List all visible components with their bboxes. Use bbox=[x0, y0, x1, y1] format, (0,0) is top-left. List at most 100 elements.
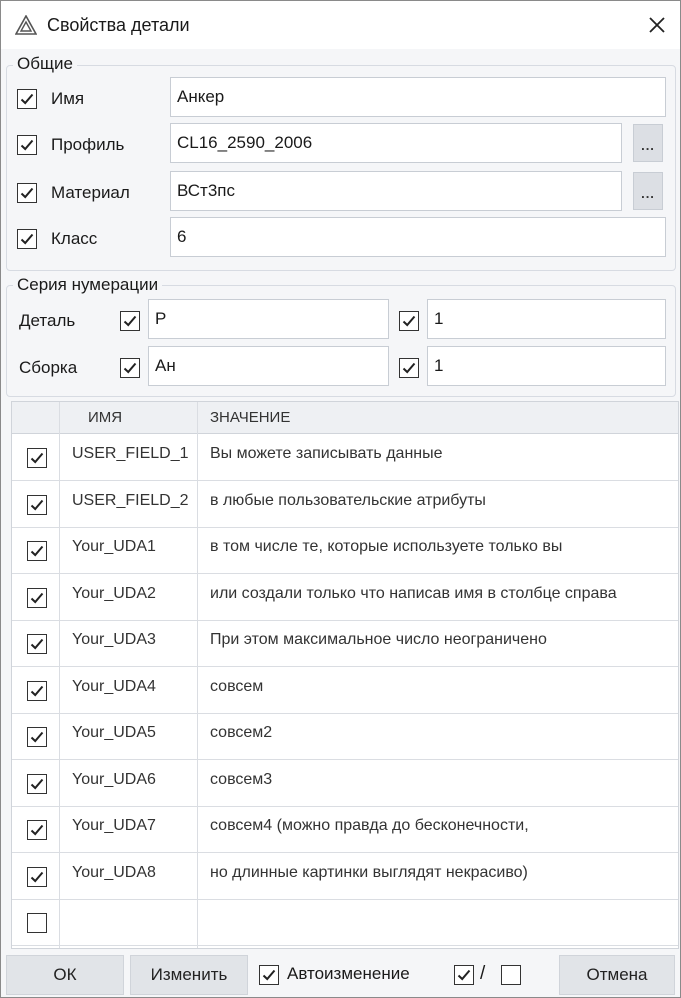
prefix-input[interactable]: Ан bbox=[148, 346, 389, 386]
attribute-name-cell[interactable]: Your_UDA2 bbox=[72, 585, 156, 603]
field-label: Класс bbox=[51, 229, 98, 248]
attribute-value-cell[interactable]: совсем3 bbox=[210, 771, 272, 789]
field-label: Имя bbox=[51, 89, 85, 108]
start-number-input[interactable]: 1 bbox=[427, 346, 666, 386]
start-number-input[interactable]: 1 bbox=[427, 299, 666, 339]
checkmark-icon bbox=[30, 592, 44, 603]
table-row[interactable] bbox=[12, 899, 678, 946]
auto-modify-checkbox[interactable] bbox=[259, 965, 279, 985]
numbering-label: Сборка bbox=[19, 358, 78, 377]
browse-button[interactable]: ... bbox=[633, 172, 663, 210]
checkmark-icon bbox=[20, 93, 34, 105]
start-number-checkbox[interactable] bbox=[399, 358, 419, 378]
field-checkbox[interactable] bbox=[17, 229, 37, 249]
field-checkbox[interactable] bbox=[17, 135, 37, 155]
row-checkbox[interactable] bbox=[27, 541, 47, 561]
column-divider bbox=[59, 402, 60, 948]
checkmark-icon bbox=[123, 315, 137, 327]
row-checkbox[interactable] bbox=[27, 773, 47, 794]
attribute-name-cell[interactable]: Your_UDA4 bbox=[72, 678, 156, 696]
checkmark-icon bbox=[30, 638, 44, 650]
start-number-checkbox[interactable] bbox=[399, 311, 419, 331]
browse-button[interactable]: ... bbox=[633, 124, 663, 162]
numbering-label: Деталь bbox=[19, 311, 76, 330]
checkmark-icon bbox=[30, 824, 44, 836]
table-row[interactable]: Your_UDA5 совсем2 bbox=[12, 713, 678, 760]
field-label: Профиль bbox=[51, 135, 125, 154]
column-header-name[interactable]: ИМЯ bbox=[88, 409, 122, 426]
row-checkbox[interactable] bbox=[27, 448, 47, 468]
close-icon bbox=[649, 17, 665, 33]
table-row[interactable]: USER_FIELD_1 Вы можете записывать данные bbox=[12, 434, 678, 481]
table-row[interactable]: Your_UDA3 При этом максимальное число нео… bbox=[12, 620, 678, 667]
attribute-name-cell[interactable]: Your_UDA5 bbox=[72, 724, 156, 742]
field-input[interactable]: CL16_2590_2006 bbox=[170, 123, 622, 163]
ok-button[interactable]: ОК bbox=[6, 955, 124, 995]
attribute-name-cell[interactable]: Your_UDA8 bbox=[72, 864, 156, 882]
attribute-value-cell[interactable]: При этом максимальное число неограничено bbox=[210, 631, 547, 649]
check-all-toggle[interactable] bbox=[454, 965, 474, 985]
attribute-value-cell[interactable]: в том числе те, которые используете толь… bbox=[210, 538, 562, 556]
attribute-value-cell[interactable]: в любые пользовательские атрибуты bbox=[210, 492, 486, 510]
row-checkbox[interactable] bbox=[27, 913, 47, 933]
attribute-name-cell[interactable]: USER_FIELD_1 bbox=[72, 445, 189, 463]
row-checkbox[interactable] bbox=[27, 634, 47, 654]
checkmark-icon bbox=[30, 871, 44, 882]
table-row[interactable]: Your_UDA1 в том числе те, которые использ… bbox=[12, 527, 678, 574]
triangle-logo-icon bbox=[14, 14, 38, 35]
part-properties-dialog: Свойства детали Общие Имя Анкер Профиль CL1… bbox=[0, 0, 681, 998]
row-checkbox[interactable] bbox=[27, 866, 47, 887]
attribute-value-cell[interactable]: совсем2 bbox=[210, 724, 272, 742]
title-bar: Свойства детали bbox=[1, 1, 680, 49]
checkmark-icon bbox=[402, 315, 416, 327]
attribute-name-cell[interactable]: Your_UDA6 bbox=[72, 771, 156, 789]
field-checkbox[interactable] bbox=[17, 183, 37, 203]
table-row[interactable]: USER_FIELD_2 в любые пользовательские атр… bbox=[12, 481, 678, 528]
attribute-value-cell[interactable]: или создали только что написав имя в сто… bbox=[210, 585, 617, 603]
uncheck-all-toggle[interactable] bbox=[501, 965, 521, 985]
row-checkbox[interactable] bbox=[27, 820, 47, 840]
attribute-value-cell[interactable]: совсем bbox=[210, 678, 263, 696]
field-input[interactable]: 6 bbox=[170, 217, 666, 257]
prefix-input[interactable]: Р bbox=[148, 299, 389, 339]
checkmark-icon bbox=[20, 139, 34, 151]
attribute-name-cell[interactable]: Your_UDA1 bbox=[72, 538, 156, 556]
table-row[interactable]: Your_UDA8 но длинные картинки выглядят не… bbox=[12, 853, 678, 900]
auto-modify-label: Автоизменение bbox=[287, 964, 410, 983]
field-label: Материал bbox=[51, 183, 130, 202]
checkmark-icon bbox=[30, 499, 44, 510]
prefix-checkbox[interactable] bbox=[120, 311, 140, 331]
general-legend: Общие bbox=[13, 54, 77, 74]
attribute-value-cell[interactable]: совсем4 (можно правда до бесконечности, bbox=[210, 817, 529, 835]
field-checkbox[interactable] bbox=[17, 89, 37, 109]
close-button[interactable] bbox=[642, 10, 672, 40]
modify-button[interactable]: Изменить bbox=[130, 955, 248, 995]
checkmark-icon bbox=[30, 545, 44, 557]
table-row[interactable]: Your_UDA6 совсем3 bbox=[12, 760, 678, 807]
numbering-legend: Серия нумерации bbox=[13, 275, 163, 295]
row-checkbox[interactable] bbox=[27, 587, 47, 608]
attribute-value-cell[interactable]: Вы можете записывать данные bbox=[210, 445, 443, 463]
table-row[interactable]: Your_UDA7 совсем4 (можно правда до бескон… bbox=[12, 806, 678, 853]
checkmark-icon bbox=[402, 362, 416, 374]
field-input[interactable]: ВСт3пс bbox=[170, 171, 622, 211]
window-title: Свойства детали bbox=[47, 15, 190, 35]
row-checkbox[interactable] bbox=[27, 727, 47, 747]
checkmark-icon bbox=[30, 731, 44, 743]
field-input[interactable]: Анкер bbox=[170, 77, 666, 117]
table-header: ИМЯ ЗНАЧЕНИЕ bbox=[12, 402, 678, 434]
column-header-value[interactable]: ЗНАЧЕНИЕ bbox=[210, 409, 290, 426]
prefix-checkbox[interactable] bbox=[120, 358, 140, 378]
attribute-name-cell[interactable]: Your_UDA3 bbox=[72, 631, 156, 649]
attribute-value-cell[interactable]: но длинные картинки выглядят некрасиво) bbox=[210, 864, 528, 882]
checkmark-icon bbox=[30, 452, 44, 464]
attribute-name-cell[interactable]: Your_UDA7 bbox=[72, 817, 156, 835]
table-row[interactable]: Your_UDA2 или создали только что написав … bbox=[12, 574, 678, 621]
row-checkbox[interactable] bbox=[27, 494, 47, 515]
attribute-name-cell[interactable]: USER_FIELD_2 bbox=[72, 492, 189, 510]
table-row[interactable]: Your_UDA4 совсем bbox=[12, 667, 678, 714]
cancel-button[interactable]: Отмена bbox=[559, 955, 675, 995]
toggle-separator: / bbox=[480, 963, 486, 984]
row-checkbox[interactable] bbox=[27, 680, 47, 701]
checkmark-icon bbox=[20, 233, 34, 245]
